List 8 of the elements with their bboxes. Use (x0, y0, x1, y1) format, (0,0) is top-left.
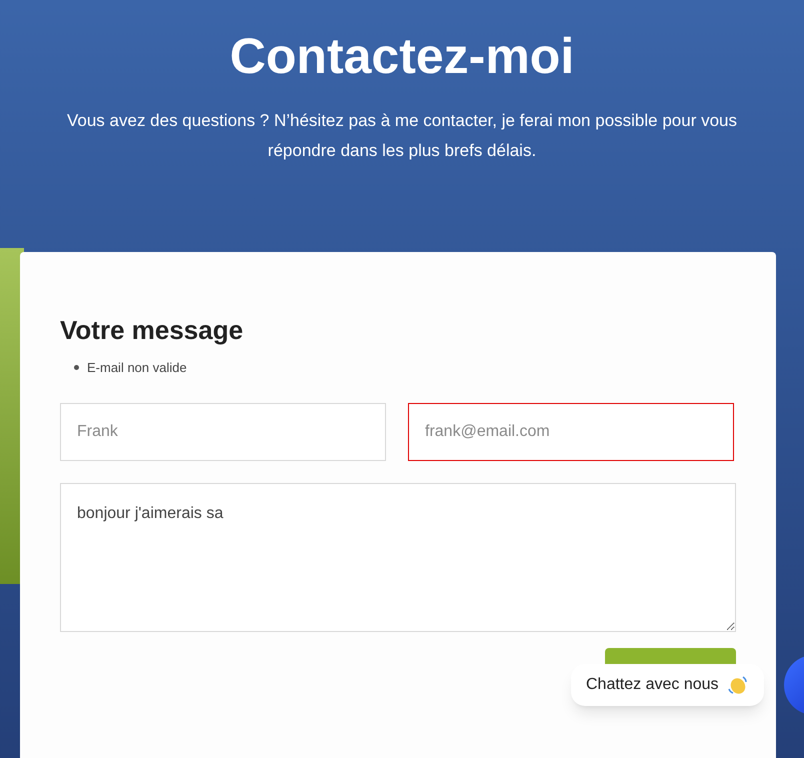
intro-text: Vous avez des questions ? N’hésitez pas à me contacter, je ferai mon possible pour vous répondre dans les plus brefs délais. (66, 110, 738, 162)
bullet-icon (74, 365, 79, 370)
page-title: Contactez-moi (230, 27, 574, 86)
error-message: E-mail non valide (87, 359, 187, 377)
chat-tooltip[interactable]: Chattez avec nous (571, 664, 764, 706)
message-field[interactable]: bonjour j'aimerais sa (60, 482, 736, 632)
waving-hand-icon (726, 674, 749, 696)
form-title: Votre message (60, 314, 244, 347)
